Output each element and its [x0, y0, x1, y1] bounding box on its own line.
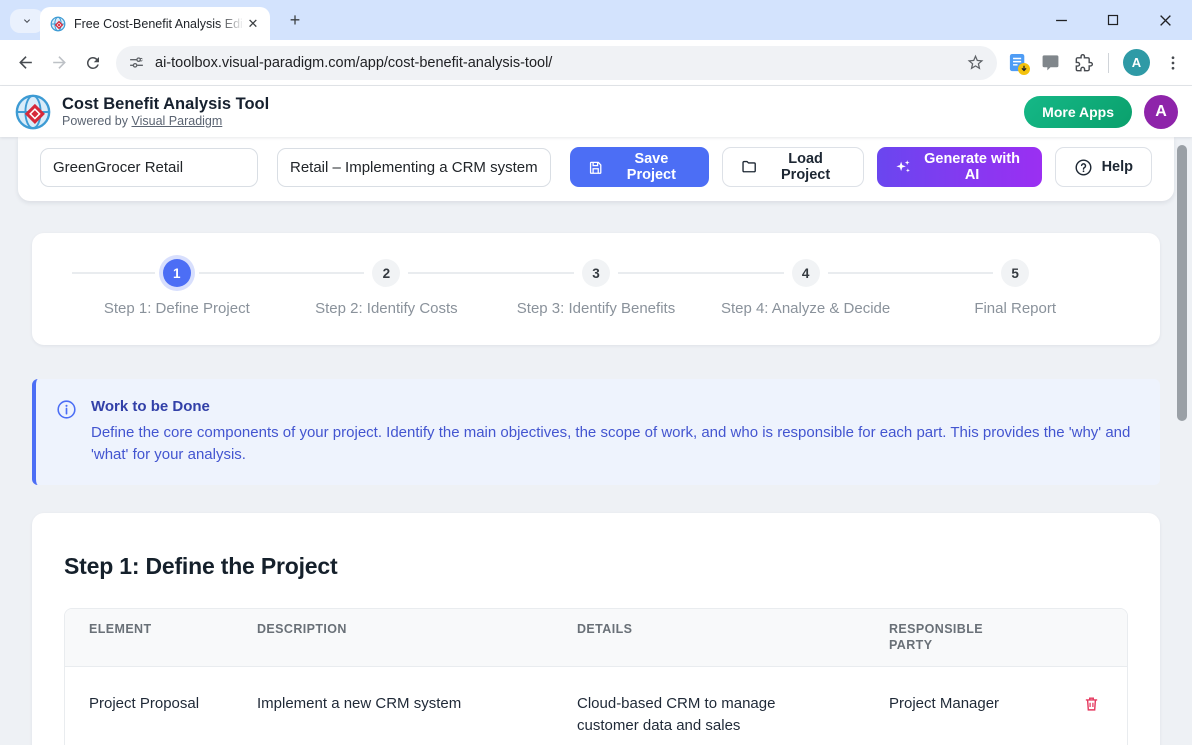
step-label: Step 1: Define Project: [104, 300, 250, 317]
browser-profile-avatar[interactable]: A: [1123, 49, 1150, 76]
browser-menu-button[interactable]: [1164, 54, 1182, 72]
step-number-badge[interactable]: 4: [792, 259, 820, 287]
window-close-button[interactable]: [1152, 7, 1178, 33]
reading-list-extension-button[interactable]: [1009, 53, 1027, 73]
toolbar-divider: [1108, 53, 1109, 73]
question-circle-icon: [1074, 158, 1093, 177]
info-icon: [56, 399, 77, 420]
info-body: Define the core components of your proje…: [91, 422, 1136, 466]
bookmark-button[interactable]: [961, 49, 989, 77]
puzzle-icon: [1074, 53, 1094, 73]
more-apps-button[interactable]: More Apps: [1024, 96, 1132, 128]
browser-tab[interactable]: Free Cost-Benefit Analysis Edito ✕: [40, 7, 270, 40]
three-dots-icon: [1164, 54, 1182, 72]
minimize-icon: [1055, 14, 1068, 27]
table-column-header: DESCRIPTION: [257, 621, 577, 638]
page-scrollbar-thumb[interactable]: [1177, 145, 1187, 421]
window-maximize-button[interactable]: [1100, 7, 1126, 33]
cell-description[interactable]: Implement a new CRM system: [257, 693, 577, 715]
favicon-visual-paradigm: [50, 16, 66, 32]
comment-bubble-icon: [1041, 53, 1060, 72]
sparkles-icon: [895, 158, 911, 176]
reload-icon: [84, 54, 102, 72]
save-icon: [588, 159, 603, 176]
stepper-step[interactable]: 4 Step 4: Analyze & Decide: [701, 259, 911, 317]
address-bar[interactable]: ai-toolbox.visual-paradigm.com/app/cost-…: [116, 46, 997, 80]
visual-paradigm-link[interactable]: Visual Paradigm: [132, 114, 223, 128]
stepper-step[interactable]: 5 Final Report: [910, 259, 1120, 317]
tab-title: Free Cost-Benefit Analysis Edito: [74, 17, 244, 31]
back-button[interactable]: [8, 46, 42, 80]
step-label: Final Report: [974, 300, 1056, 317]
cell-responsible-party[interactable]: Project Manager: [889, 693, 1059, 715]
save-project-button[interactable]: Save Project: [570, 147, 709, 187]
url-text[interactable]: ai-toolbox.visual-paradigm.com/app/cost-…: [155, 55, 961, 71]
app-user-avatar[interactable]: A: [1144, 95, 1178, 129]
table-column-header: DETAILS: [577, 621, 889, 638]
star-icon: [966, 53, 985, 72]
step-number-badge[interactable]: 5: [1001, 259, 1029, 287]
close-icon: [1159, 14, 1172, 27]
app-header: Cost Benefit Analysis Tool Powered by Vi…: [0, 86, 1192, 137]
table-column-header: ELEMENT: [89, 621, 257, 638]
section-heading: Step 1: Define the Project: [64, 553, 1128, 580]
tab-search-button[interactable]: [10, 9, 44, 33]
step1-card: Step 1: Define the Project ELEMENT DESCR…: [32, 513, 1160, 745]
cell-details[interactable]: Cloud-based CRM to manage customer data …: [577, 693, 805, 737]
trash-icon: [1083, 695, 1100, 712]
table-body: Project Proposal Implement a new CRM sys…: [65, 667, 1127, 745]
define-project-table: ELEMENT DESCRIPTION DETAILS RESPONSIBLE …: [64, 608, 1128, 745]
step-label: Step 2: Identify Costs: [315, 300, 458, 317]
new-tab-button[interactable]: +: [284, 10, 306, 32]
project-toolbar: Save Project Load Project Generate with …: [18, 137, 1174, 201]
table-column-header: RESPONSIBLE PARTY: [889, 621, 1001, 655]
back-arrow-icon: [16, 53, 35, 72]
step-number-badge[interactable]: 1: [163, 259, 191, 287]
step-number-badge[interactable]: 2: [372, 259, 400, 287]
forward-button[interactable]: [42, 46, 76, 80]
table-row: Project Proposal Implement a new CRM sys…: [65, 667, 1127, 745]
side-panel-button[interactable]: [1041, 53, 1060, 72]
site-settings-icon[interactable]: [128, 54, 145, 71]
app-logo: [14, 93, 52, 131]
generate-with-ai-button[interactable]: Generate with AI: [877, 147, 1041, 187]
work-to-be-done-callout: Work to be Done Define the core componen…: [32, 379, 1160, 485]
help-button[interactable]: Help: [1055, 147, 1152, 187]
reload-button[interactable]: [76, 46, 110, 80]
project-name-input[interactable]: [40, 148, 258, 187]
powered-by: Powered by Visual Paradigm: [62, 114, 269, 128]
browser-toolbar: ai-toolbox.visual-paradigm.com/app/cost-…: [0, 40, 1192, 86]
tab-close-icon[interactable]: ✕: [244, 15, 262, 33]
step-label: Step 4: Analyze & Decide: [721, 300, 890, 317]
stepper-step[interactable]: 2 Step 2: Identify Costs: [282, 259, 492, 317]
cell-element[interactable]: Project Proposal: [89, 693, 257, 715]
extensions-button[interactable]: [1074, 53, 1094, 73]
chevron-down-icon: [21, 15, 33, 27]
stepper: 1 Step 1: Define Project 2 Step 2: Ident…: [32, 233, 1160, 345]
page-title: Cost Benefit Analysis Tool: [62, 95, 269, 114]
table-header-row: ELEMENT DESCRIPTION DETAILS RESPONSIBLE …: [65, 609, 1127, 668]
maximize-icon: [1107, 14, 1119, 26]
step-number-badge[interactable]: 3: [582, 259, 610, 287]
forward-arrow-icon: [50, 53, 69, 72]
browser-tab-strip: Free Cost-Benefit Analysis Edito ✕ +: [0, 0, 1192, 40]
download-badge-icon: [1018, 63, 1030, 75]
stepper-step[interactable]: 3 Step 3: Identify Benefits: [491, 259, 701, 317]
load-project-button[interactable]: Load Project: [722, 147, 865, 187]
info-title: Work to be Done: [91, 398, 1136, 415]
stepper-step[interactable]: 1 Step 1: Define Project: [72, 259, 282, 317]
window-minimize-button[interactable]: [1048, 7, 1074, 33]
project-description-input[interactable]: [277, 148, 551, 187]
folder-icon: [741, 158, 757, 176]
delete-row-button[interactable]: [1081, 693, 1102, 714]
step-label: Step 3: Identify Benefits: [517, 300, 675, 317]
